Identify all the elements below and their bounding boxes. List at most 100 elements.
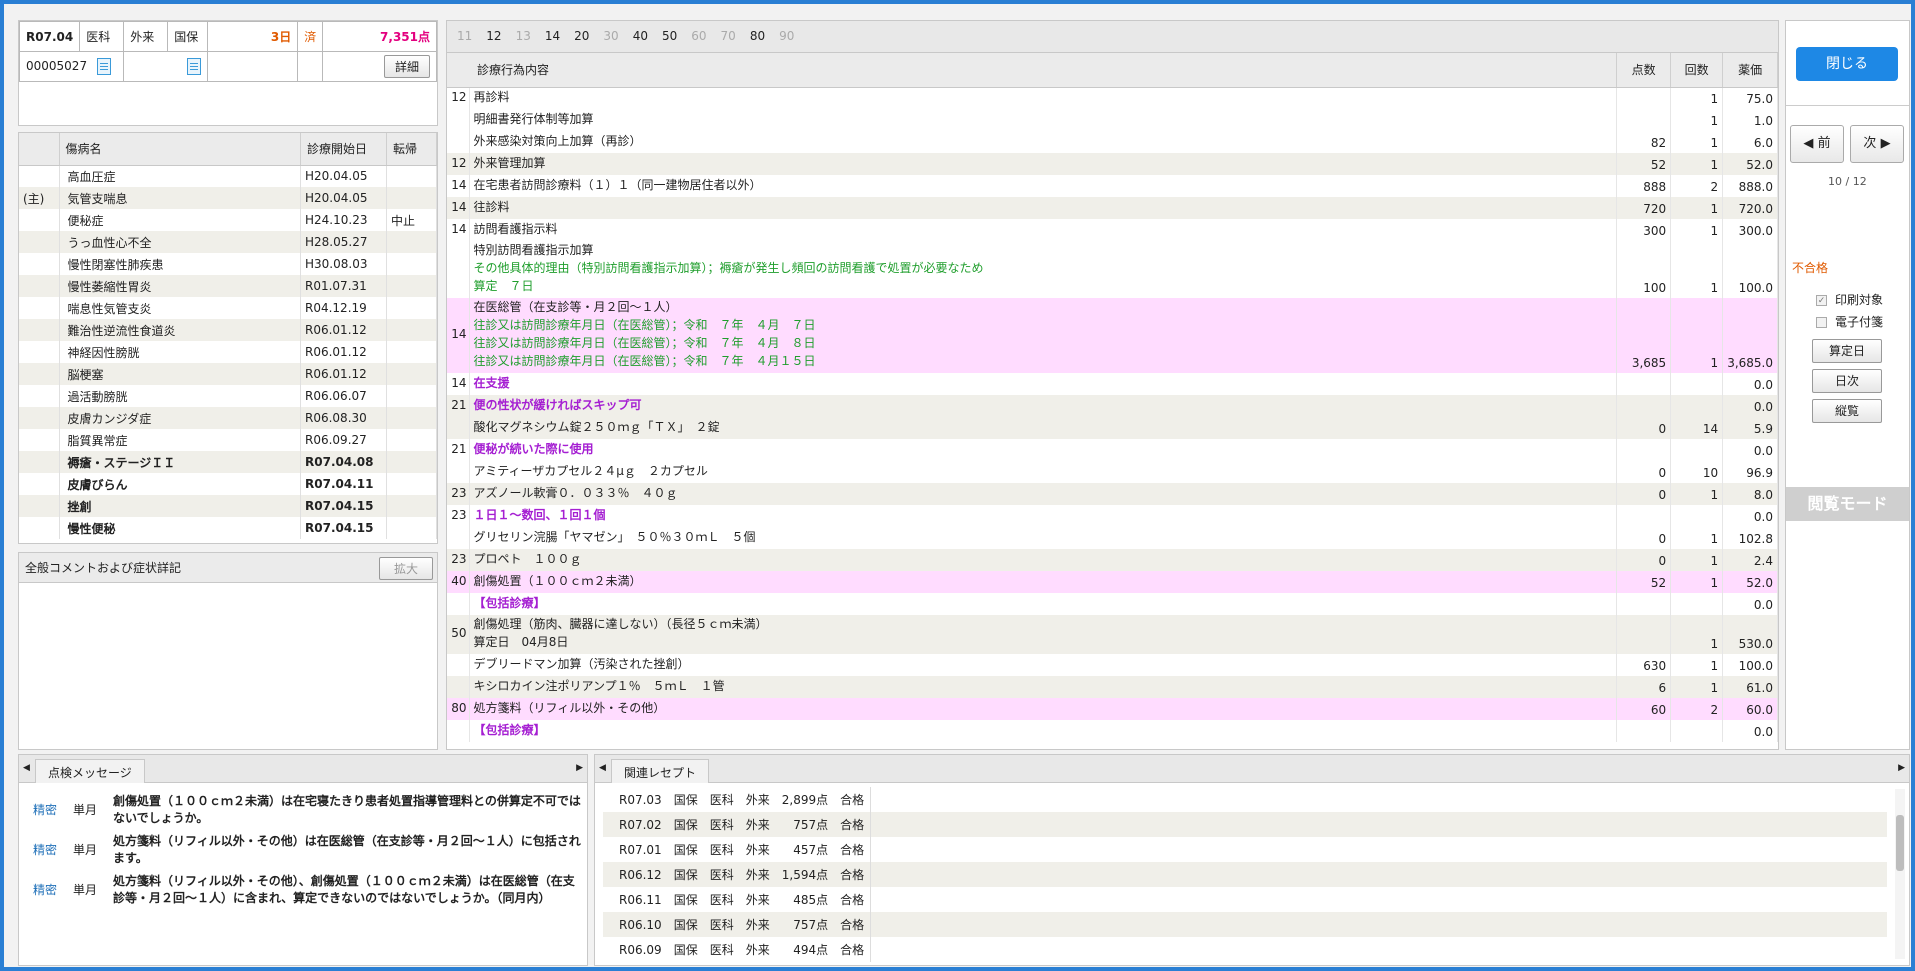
- category-code: 50: [447, 615, 470, 654]
- disease-row[interactable]: 皮膚びらん R07.04.11: [19, 473, 437, 495]
- category-tab-20[interactable]: 20: [574, 29, 589, 43]
- disease-row[interactable]: うっ血性心不全 H28.05.27: [19, 231, 437, 253]
- close-button[interactable]: 閉じる: [1796, 47, 1898, 81]
- disease-row[interactable]: 難治性逆流性食道炎 R06.01.12: [19, 319, 437, 341]
- document-icon[interactable]: [97, 58, 112, 75]
- disease-row[interactable]: 慢性萎縮性胃炎 R01.07.31: [19, 275, 437, 297]
- check-message[interactable]: 精密 単月 処方箋料（リフィル以外・その他）は在医総管（在支診等・月２回〜１人）に包…: [19, 829, 587, 869]
- category-tab-90[interactable]: 90: [779, 29, 794, 43]
- disease-row[interactable]: 高血圧症 H20.04.05: [19, 165, 437, 187]
- category-tab-13[interactable]: 13: [516, 29, 531, 43]
- scrollbar-thumb[interactable]: [1896, 815, 1904, 871]
- attach-checkbox[interactable]: 電子付箋: [1816, 313, 1883, 330]
- treatment-line: プロペト １００ｇ: [473, 552, 582, 566]
- disease-row[interactable]: 挫創 R07.04.15: [19, 495, 437, 517]
- scroll-right-icon[interactable]: ▶: [576, 763, 583, 773]
- treatment-row[interactable]: キシロカイン注ポリアンプ１％ ５ｍＬ １管 6 1 61.0: [447, 676, 1778, 698]
- treatment-row[interactable]: 14 往診料 720 1 720.0: [447, 197, 1778, 219]
- treatment-line: 創傷処置（１００ｃｍ２未満）: [473, 574, 642, 588]
- treatment-line: デブリードマン加算（汚染された挫創）: [473, 657, 690, 671]
- related-receipt-row[interactable]: R07.02 国保 医科 外来 757点 合格: [603, 812, 1887, 837]
- document-icon-2[interactable]: [187, 58, 202, 75]
- treatment-row[interactable]: 23 アズノール軟膏０．０３３％ ４０ｇ 0 1 8.0: [447, 483, 1778, 505]
- treatment-row[interactable]: アミティーザカプセル２４μｇ ２カプセル 0 10 96.9: [447, 461, 1778, 483]
- points-value: [1616, 505, 1672, 527]
- treatment-row[interactable]: 12 外来管理加算 52 1 52.0: [447, 153, 1778, 175]
- disease-row[interactable]: 便秘症 H24.10.23 中止: [19, 209, 437, 231]
- disease-row[interactable]: 褥瘡・ステージＩＩ R07.04.08: [19, 451, 437, 473]
- expand-button[interactable]: 拡大: [378, 557, 433, 580]
- treatment-row[interactable]: 【包括診療】 0.0: [447, 720, 1778, 742]
- treatment-row[interactable]: 特別訪問看護指示加算 その他具体的理由（特別訪問看護指示加算）；褥瘡が発生し頻回の…: [447, 241, 1778, 298]
- treatment-row[interactable]: 明細書発行体制等加算 1 1.0: [447, 109, 1778, 131]
- disease-row[interactable]: 慢性便秘 R07.04.15: [19, 517, 437, 539]
- disease-mark: [19, 429, 60, 451]
- treatment-row[interactable]: 【包括診療】 0.0: [447, 593, 1778, 615]
- check-messages-tab[interactable]: 点検メッセージ: [35, 759, 145, 783]
- disease-row[interactable]: 過活動膀胱 R06.06.07: [19, 385, 437, 407]
- category-code: 23: [447, 549, 470, 571]
- treatment-row[interactable]: 14 訪問看護指示料 300 1 300.0: [447, 219, 1778, 241]
- treatment-row[interactable]: 40 創傷処置（１００ｃｍ２未満） 52 1 52.0: [447, 571, 1778, 593]
- treatment-row[interactable]: 外来感染対策向上加算（再診） 82 1 6.0: [447, 131, 1778, 153]
- treatment-content: グリセリン浣腸「ヤマゼン」 ５０％３０ｍＬ ５個: [469, 527, 1618, 549]
- treatment-row[interactable]: 23 プロペト １００ｇ 0 1 2.4: [447, 549, 1778, 571]
- treatment-row[interactable]: 80 処方箋料（リフィル以外・その他） 60 2 60.0: [447, 698, 1778, 720]
- disease-row[interactable]: 脳梗塞 R06.01.12: [19, 363, 437, 385]
- disease-row[interactable]: 慢性閉塞性肺疾患 H30.08.03: [19, 253, 437, 275]
- treatment-row[interactable]: 14 在支援 0.0: [447, 373, 1778, 395]
- check-message[interactable]: 精密 単月 創傷処置（１００ｃｍ２未満）は在宅寝たきり患者処置指導管理料との併算定不…: [19, 789, 587, 829]
- disease-row[interactable]: (主) 気管支喘息 H20.04.05: [19, 187, 437, 209]
- detail-button[interactable]: 詳細: [383, 55, 430, 78]
- treatment-row[interactable]: 21 便秘が続いた際に使用 0.0: [447, 439, 1778, 461]
- daily-button[interactable]: 日次: [1812, 369, 1882, 393]
- related-receipt-row[interactable]: R07.01 国保 医科 外来 457点 合格: [603, 837, 1887, 862]
- treatment-content: 訪問看護指示料: [469, 219, 1618, 241]
- vertical-view-button[interactable]: 縦覧: [1812, 399, 1882, 423]
- related-receipt-row[interactable]: R07.03 国保 医科 外来 2,899点 合格: [603, 787, 1887, 812]
- treatment-row[interactable]: グリセリン浣腸「ヤマゼン」 ５０％３０ｍＬ ５個 0 1 102.8: [447, 527, 1778, 549]
- disease-row[interactable]: 脂質異常症 R06.09.27: [19, 429, 437, 451]
- comment-textarea[interactable]: [19, 583, 437, 743]
- price-value: 61.0: [1722, 676, 1778, 698]
- treatment-row[interactable]: 酸化マグネシウム錠２５０ｍｇ「ＴＸ」 ２錠 0 14 5.9: [447, 417, 1778, 439]
- related-receipt-row[interactable]: R06.10 国保 医科 外来 757点 合格: [603, 912, 1887, 937]
- related-receipts-tab[interactable]: 関連レセプト: [611, 759, 710, 783]
- related-receipt-row[interactable]: R06.11 国保 医科 外来 485点 合格: [603, 887, 1887, 912]
- category-tab-11[interactable]: 11: [457, 29, 472, 43]
- category-tab-40[interactable]: 40: [633, 29, 648, 43]
- treatment-row[interactable]: デブリードマン加算（汚染された挫創） 630 1 100.0: [447, 654, 1778, 676]
- disease-start-date: R01.07.31: [300, 275, 387, 297]
- treatment-row[interactable]: 21 便の性状が緩ければスキップ可 0.0: [447, 395, 1778, 417]
- check-message[interactable]: 精密 単月 処方箋料（リフィル以外・その他）、創傷処置（１００ｃｍ２未満）は在医総管…: [19, 869, 587, 909]
- treatment-row[interactable]: 50 創傷処理（筋肉、臓器に達しない）（長径５ｃｍ未満） 算定日 04月8日 1 530…: [447, 615, 1778, 654]
- scroll-left-icon[interactable]: ◀: [599, 763, 606, 773]
- view-mode-badge: 閲覧モード: [1786, 487, 1909, 521]
- calc-date-button[interactable]: 算定日: [1812, 339, 1882, 363]
- filler-cell: [870, 862, 1887, 887]
- category-tab-50[interactable]: 50: [662, 29, 677, 43]
- scrollbar[interactable]: [1895, 789, 1905, 959]
- category-tab-60[interactable]: 60: [691, 29, 706, 43]
- receipt-dept: 医科: [709, 793, 734, 807]
- disease-row[interactable]: 喘息性気管支炎 R04.12.19: [19, 297, 437, 319]
- category-tab-12[interactable]: 12: [486, 29, 501, 43]
- treatment-row[interactable]: 23 １日１〜数回、１回１個 0.0: [447, 505, 1778, 527]
- category-tab-14[interactable]: 14: [545, 29, 560, 43]
- disease-row[interactable]: 神経因性膀胱 R06.01.12: [19, 341, 437, 363]
- print-checkbox[interactable]: ✓ 印刷対象: [1816, 291, 1883, 308]
- treatment-row[interactable]: 12 再診料 1 75.0: [447, 87, 1778, 109]
- treatment-row[interactable]: 14 在医総管（在支診等・月２回〜１人） 往診又は訪問診療年月日（在医総管）；令和 …: [447, 298, 1778, 373]
- category-tab-30[interactable]: 30: [603, 29, 618, 43]
- related-receipt-row[interactable]: R06.09 国保 医科 外来 494点 合格: [603, 937, 1887, 962]
- related-receipt-row[interactable]: R06.12 国保 医科 外来 1,594点 合格: [603, 862, 1887, 887]
- receipt-result: 合格: [834, 812, 871, 837]
- next-button[interactable]: 次 ▶: [1850, 125, 1904, 163]
- prev-button[interactable]: ◀ 前: [1790, 125, 1844, 163]
- category-tab-70[interactable]: 70: [721, 29, 736, 43]
- treatment-row[interactable]: 14 在宅患者訪問診療料（１）１（同一建物居住者以外） 888 2 888.0: [447, 175, 1778, 197]
- scroll-right-icon[interactable]: ▶: [1898, 763, 1905, 773]
- disease-row[interactable]: 皮膚カンジダ症 R06.08.30: [19, 407, 437, 429]
- scroll-left-icon[interactable]: ◀: [23, 763, 30, 773]
- category-tab-80[interactable]: 80: [750, 29, 765, 43]
